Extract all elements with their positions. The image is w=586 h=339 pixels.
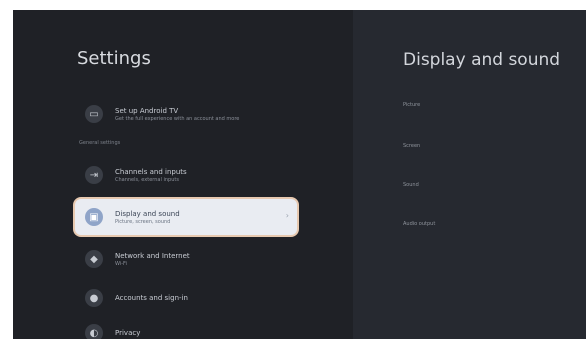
menu-item-label: Privacy [115,329,141,337]
menu-item-sub: Wi-Fi [115,260,127,267]
menu-item-sub: Picture, screen, sound [115,218,171,225]
menu-item-setup[interactable]: ▭ Set up Android TV Get the full experie… [75,96,297,132]
menu-item-privacy[interactable]: ◐ Privacy [75,315,297,339]
menu-item-label: Set up Android TV [115,106,179,115]
chevron-right-icon: › [285,211,289,220]
menu-item-network[interactable]: ◆ Network and Internet Wi-Fi [75,241,297,277]
detail-item-picture[interactable]: Picture [403,102,420,108]
menu-item-label: Display and sound [115,209,180,218]
tv-screen: Settings ▭ Set up Android TV Get the ful… [13,10,586,339]
menu-item-channels[interactable]: ⇥ Channels and inputs Channels, external… [75,157,297,193]
input-icon: ⇥ [85,166,103,184]
display-icon: ▣ [85,208,103,226]
page-title: Settings [77,48,151,69]
account-icon: ● [85,289,103,307]
detail-item-sound[interactable]: Sound [403,182,419,188]
tv-icon: ▭ [85,105,103,123]
section-header: General settings [79,140,121,146]
menu-item-label: Network and Internet [115,251,190,260]
settings-menu: Settings ▭ Set up Android TV Get the ful… [13,10,353,339]
menu-item-label: Channels and inputs [115,167,187,176]
wifi-icon: ◆ [85,250,103,268]
panel-title: Display and sound [403,50,561,70]
detail-item-screen[interactable]: Screen [403,143,420,149]
menu-item-sub: Get the full experience with an account … [115,115,240,122]
detail-item-audio-output[interactable]: Audio output [403,221,435,227]
menu-item-accounts[interactable]: ● Accounts and sign-in [75,280,297,316]
menu-item-display[interactable]: ▣ Display and sound Picture, screen, sou… [75,199,297,235]
menu-item-sub: Channels, external inputs [115,176,179,183]
menu-item-label: Accounts and sign-in [115,294,188,302]
shield-icon: ◐ [85,324,103,339]
detail-panel: Display and sound Picture Screen Sound A… [353,10,586,339]
